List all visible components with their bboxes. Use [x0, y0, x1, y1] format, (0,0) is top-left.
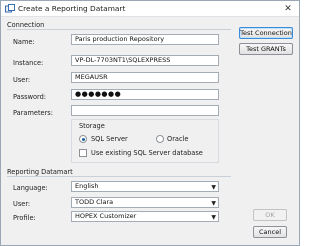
datamart-user-label: User: — [13, 200, 31, 208]
datamart-user-value: TODD Clara — [75, 198, 114, 206]
sql-server-label[interactable]: SQL Server — [91, 135, 128, 143]
profile-label: Profile: — [13, 214, 36, 222]
profile-select[interactable]: HOPEX Customizer ▼ — [71, 211, 219, 222]
use-existing-checkbox[interactable] — [79, 149, 87, 157]
cancel-button[interactable]: Cancel — [253, 226, 287, 238]
profile-value: HOPEX Customizer — [75, 212, 137, 220]
language-value: English — [75, 182, 99, 190]
dialog-window: Create a Reporting Datamart ✕ Connection… — [0, 0, 300, 246]
language-select[interactable]: English ▼ — [71, 181, 219, 192]
datamart-user-select[interactable]: TODD Clara ▼ — [71, 197, 219, 208]
datamart-group-label: Reporting Datamart — [7, 168, 73, 176]
instance-label: Instance: — [13, 59, 44, 67]
name-label: Name: — [13, 38, 35, 46]
test-grants-button[interactable]: Test GRANTs — [239, 43, 293, 55]
parameters-label: Parameters: — [13, 109, 53, 117]
app-icon — [5, 4, 15, 13]
connection-divider — [7, 29, 231, 30]
oracle-label[interactable]: Oracle — [167, 135, 188, 143]
ok-button[interactable]: OK — [253, 209, 287, 221]
password-label: Password: — [13, 93, 47, 101]
use-existing-label[interactable]: Use existing SQL Server database — [91, 149, 203, 157]
instance-field[interactable]: VP-DL-7703NT1\SQLEXPRESS — [71, 55, 219, 66]
connection-group-label: Connection — [7, 21, 45, 29]
sql-server-radio[interactable] — [79, 135, 87, 143]
language-label: Language: — [13, 184, 48, 192]
user-field[interactable]: MEGAUSR — [71, 72, 219, 83]
test-connection-button[interactable]: Test Connection — [239, 27, 293, 39]
name-field[interactable]: Paris production Repository — [71, 34, 219, 45]
chevron-down-icon[interactable]: ▼ — [211, 183, 216, 192]
title-bar: Create a Reporting Datamart ✕ — [1, 1, 299, 17]
parameters-field[interactable] — [71, 105, 219, 116]
oracle-radio[interactable] — [156, 135, 164, 143]
chevron-down-icon[interactable]: ▼ — [211, 213, 216, 222]
user-label: User: — [13, 76, 31, 84]
storage-label: Storage — [79, 122, 105, 130]
window-title: Create a Reporting Datamart — [18, 4, 126, 13]
datamart-divider — [7, 176, 231, 177]
password-field[interactable]: ●●●●●●● — [71, 89, 219, 100]
close-icon[interactable]: ✕ — [282, 3, 294, 15]
chevron-down-icon[interactable]: ▼ — [211, 199, 216, 208]
